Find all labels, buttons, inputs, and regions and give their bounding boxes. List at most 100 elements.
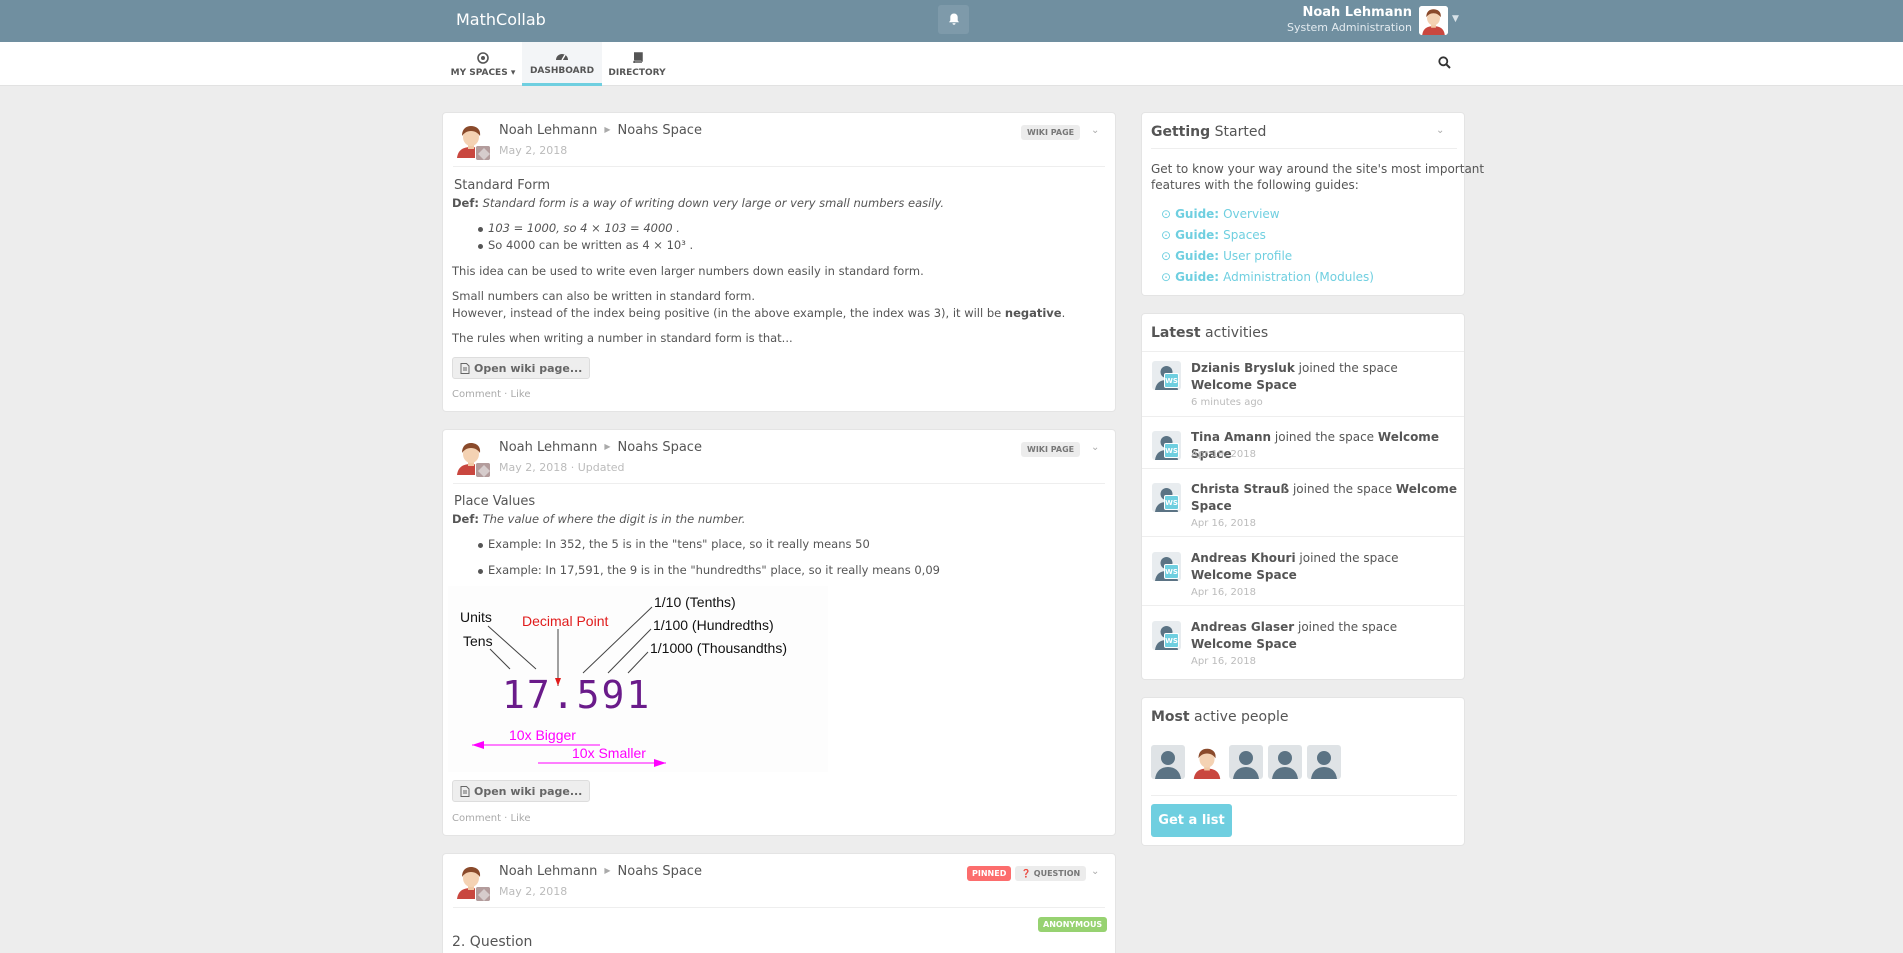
definition: Def: The value of where the digit is in … <box>452 512 745 526</box>
divider <box>1142 416 1464 417</box>
space-badge: WS <box>1164 495 1179 510</box>
panel-title: Most active people <box>1151 709 1289 725</box>
chevron-down-icon[interactable]: ⌄ <box>1091 442 1099 453</box>
paragraph-text: However, instead of the index being posi… <box>452 306 1002 320</box>
guide-user-profile-link[interactable]: ⊙ Guide: User profile <box>1161 249 1292 263</box>
activity-user[interactable]: Andreas Glaser <box>1191 620 1294 634</box>
active-person-avatar[interactable] <box>1229 745 1263 779</box>
question-title[interactable]: 2. Question <box>452 934 532 950</box>
open-wiki-button[interactable]: Open wiki page... <box>452 780 591 802</box>
space-avatar[interactable] <box>475 886 491 902</box>
def-label: Def: <box>452 196 479 210</box>
book-icon <box>632 51 643 65</box>
nav-directory[interactable]: DIRECTORY <box>606 42 668 86</box>
file-icon <box>460 785 470 797</box>
post-date[interactable]: May 2, 2018 <box>499 144 567 157</box>
active-person-avatar[interactable] <box>1151 745 1185 779</box>
guide-administration-link[interactable]: ⊙ Guide: Administration (Modules) <box>1161 270 1374 284</box>
question-circle-icon: ❓ <box>1021 869 1031 878</box>
post-actions: Comment · Like <box>452 389 531 400</box>
activity-date: Apr 19, 2018 <box>1191 449 1257 460</box>
activity-user[interactable]: Tina Amann <box>1191 430 1271 444</box>
title-bold: Most <box>1151 709 1190 725</box>
space-avatar[interactable] <box>475 462 491 478</box>
diagram-tenths-label: 1/10 (Tenths) <box>654 594 736 610</box>
active-person-avatar[interactable] <box>1268 745 1302 779</box>
space-link[interactable]: Noahs Space <box>618 864 702 879</box>
chevron-down-icon[interactable]: ⌄ <box>1436 125 1444 136</box>
activity-verb: joined the space <box>1299 551 1399 565</box>
paragraph: Small numbers can also be written in sta… <box>452 289 756 303</box>
guide-label: Spaces <box>1223 228 1266 242</box>
activity-user[interactable]: Andreas Khouri <box>1191 551 1296 565</box>
nav-bar: MY SPACES ▾ DASHBOARD DIRECTORY <box>0 42 1903 86</box>
panel-title: Latest activities <box>1151 325 1268 341</box>
active-person-avatar[interactable] <box>1190 745 1224 779</box>
place-value-diagram: Units Tens Decimal Point 1/10 (Tenths) 1… <box>448 586 828 772</box>
post-place-values: Noah Lehmann ▶ Noahs Space May 2, 2018 · U… <box>442 429 1116 836</box>
nav-dashboard[interactable]: DASHBOARD <box>522 42 602 86</box>
comment-link[interactable]: Comment <box>452 813 501 824</box>
post-author-line: Noah Lehmann ▶ Noahs Space <box>499 440 702 455</box>
active-person-avatar[interactable] <box>1307 745 1341 779</box>
divider <box>453 483 1105 484</box>
title-bold: Getting <box>1151 124 1211 140</box>
author-link[interactable]: Noah Lehmann <box>499 440 597 455</box>
title-rest: active people <box>1194 709 1289 725</box>
activity-space[interactable]: Welcome Space <box>1191 637 1297 651</box>
like-link[interactable]: Like <box>511 813 531 824</box>
space-link[interactable]: Noahs Space <box>618 440 702 455</box>
chevron-down-icon[interactable]: ▼ <box>1452 14 1459 24</box>
get-a-list-button[interactable]: Get a list <box>1151 804 1232 837</box>
guide-spaces-link[interactable]: ⊙ Guide: Spaces <box>1161 228 1266 242</box>
chevron-down-icon[interactable]: ⌄ <box>1091 125 1099 136</box>
user-avatar[interactable] <box>1419 6 1448 35</box>
activity-user[interactable]: Christa Strauß <box>1191 482 1289 496</box>
diagram-number: 17.591 <box>502 673 651 717</box>
space-link[interactable]: Noahs Space <box>618 123 702 138</box>
post-date[interactable]: May 2, 2018 <box>499 885 567 898</box>
comment-link[interactable]: Comment <box>452 389 501 400</box>
target-icon <box>477 51 489 65</box>
diagram-units-label: Units <box>460 609 492 625</box>
activity-user[interactable]: Dzianis Brysluk <box>1191 361 1295 375</box>
chevron-down-icon[interactable]: ⌄ <box>1091 866 1099 877</box>
divider <box>1142 468 1464 469</box>
space-avatar[interactable] <box>475 145 491 161</box>
author-link[interactable]: Noah Lehmann <box>499 864 597 879</box>
like-link[interactable]: Like <box>511 389 531 400</box>
space-badge: WS <box>1164 373 1179 388</box>
diagram-bigger-label: 10x Bigger <box>509 727 576 743</box>
post-type-label: WIKI PAGE <box>1021 442 1081 457</box>
guide-prefix: Guide: <box>1175 249 1220 263</box>
def-text: Standard form is a way of writing down v… <box>482 196 945 210</box>
author-link[interactable]: Noah Lehmann <box>499 123 597 138</box>
caret-right-icon: ▶ <box>604 125 611 134</box>
activity-space[interactable]: Welcome Space <box>1191 378 1297 392</box>
user-name[interactable]: Noah Lehmann <box>1302 5 1412 20</box>
getting-started-panel: Getting Started ⌄ Get to know your way a… <box>1141 112 1484 296</box>
notifications-button[interactable] <box>938 5 969 34</box>
title-rest: Started <box>1214 124 1267 140</box>
activity-verb: joined the space <box>1292 482 1393 496</box>
paragraph: However, instead of the index being posi… <box>452 306 1065 320</box>
def-label: Def: <box>452 512 479 526</box>
post-author-line: Noah Lehmann ▶ Noahs Space <box>499 123 702 138</box>
guide-label: Overview <box>1223 207 1280 221</box>
guide-overview-link[interactable]: ⊙ Guide: Overview <box>1161 207 1280 221</box>
post-date[interactable]: May 2, 2018 · Updated <box>499 461 625 474</box>
app-title[interactable]: MathCollab <box>456 10 546 29</box>
pinned-label: PINNED <box>967 866 1012 881</box>
wiki-title: Place Values <box>454 494 536 509</box>
nav-my-spaces[interactable]: MY SPACES ▾ <box>448 42 518 86</box>
activity-space[interactable]: Welcome Space <box>1191 568 1297 582</box>
bold-word: negative <box>1004 306 1062 320</box>
activity-text: Christa Strauß joined the space Welcome … <box>1191 481 1461 515</box>
search-icon[interactable] <box>1438 56 1451 69</box>
user-role: System Administration <box>1286 21 1412 34</box>
open-wiki-button[interactable]: Open wiki page... <box>452 357 591 379</box>
title-rest: activities <box>1205 325 1269 341</box>
divider <box>1151 795 1457 796</box>
intro-text: Get to know your way around the site's m… <box>1151 162 1485 176</box>
guide-prefix: Guide: <box>1175 228 1220 242</box>
